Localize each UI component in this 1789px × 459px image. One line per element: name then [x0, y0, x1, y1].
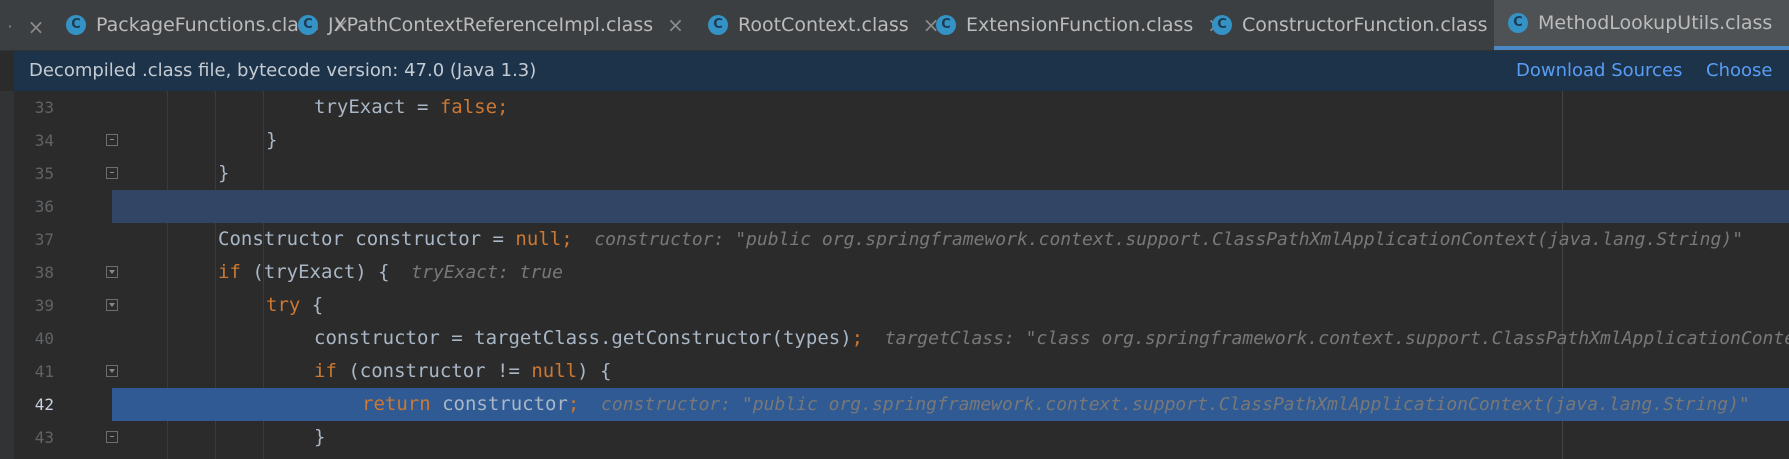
tab-package-functions[interactable]: C PackageFunctions.class × [52, 0, 349, 50]
code-line[interactable]: 41 if (constructor != null) { [14, 355, 1789, 388]
class-icon: C [1212, 15, 1232, 35]
keyword-token: ; [567, 393, 580, 415]
keyword-token: null [515, 228, 562, 250]
code-token: Constructor constructor = [218, 228, 516, 250]
line-number: 35 [34, 164, 54, 183]
fold-end-icon[interactable] [106, 431, 118, 443]
line-number: 43 [34, 428, 54, 447]
close-tab-icon[interactable]: × [24, 0, 48, 50]
tab-label: RootContext.class [738, 14, 909, 36]
keyword-token: false [439, 96, 498, 118]
line-number: 33 [34, 98, 54, 117]
code-line-caret[interactable]: 36 [14, 190, 1789, 223]
code-line[interactable]: 38 if (tryExact) { tryExact: true [14, 256, 1789, 289]
line-number: 40 [34, 329, 54, 348]
fold-end-icon[interactable] [106, 167, 118, 179]
choose-sources-link[interactable]: Choose Sources... [1706, 51, 1789, 121]
code-text: return constructor; constructor: "public… [362, 388, 1750, 421]
inline-debug-hint: constructor: "public org.springframework… [579, 394, 1750, 415]
keyword-token: if [218, 261, 241, 283]
code-token: } [314, 426, 326, 448]
class-icon: C [1508, 13, 1528, 33]
line-number-text: 36 [34, 197, 54, 216]
code-text: if (tryExact) { tryExact: true [218, 256, 563, 289]
code-token: { [300, 294, 324, 316]
code-token: ) { [577, 360, 612, 382]
editor-tab-bar: · × C PackageFunctions.class × C JXPathC… [0, 0, 1789, 51]
tab-jxpath-context-reference-impl[interactable]: C JXPathContextReferenceImpl.class × [284, 0, 684, 50]
class-icon: C [936, 15, 956, 35]
line-number: 36 [14, 190, 112, 223]
code-token: constructor [430, 393, 568, 415]
code-text: } [218, 157, 229, 190]
tab-constructor-function[interactable]: C ConstructorFunction.class × [1198, 0, 1518, 50]
tab-extension-function[interactable]: C ExtensionFunction.class × [922, 0, 1224, 50]
tab-scroll-left-icon[interactable]: · [0, 0, 20, 50]
editor-gutter-strip [0, 91, 14, 459]
keyword-token: ; [561, 228, 573, 250]
code-line[interactable]: 43 } [14, 421, 1789, 454]
class-icon: C [66, 15, 86, 35]
code-line[interactable]: 37 Constructor constructor = null; const… [14, 223, 1789, 256]
code-text: tryExact = false; [314, 91, 509, 124]
keyword-token: ; [851, 327, 864, 349]
line-number: 42 [14, 388, 112, 421]
code-line[interactable]: 33 tryExact = false; [14, 91, 1789, 124]
fold-start-icon[interactable] [106, 365, 118, 377]
tab-label: ConstructorFunction.class [1242, 14, 1488, 36]
close-icon[interactable]: × [667, 13, 684, 37]
code-token: } [218, 162, 230, 184]
inline-debug-hint: tryExact: true [389, 262, 563, 283]
keyword-token: return [362, 393, 431, 415]
code-line[interactable]: 35 } [14, 157, 1789, 190]
code-text: try { [266, 289, 323, 322]
code-text: } [266, 124, 277, 157]
keyword-token: try [266, 294, 301, 316]
fold-end-icon[interactable] [106, 134, 118, 146]
tab-method-lookup-utils[interactable]: C MethodLookupUtils.class [1494, 0, 1789, 50]
code-text: Constructor constructor = null; construc… [218, 223, 1743, 256]
code-token: (tryExact) { [240, 261, 390, 283]
tab-label: ExtensionFunction.class [966, 14, 1194, 36]
line-number-text: 42 [34, 395, 54, 414]
tab-label: MethodLookupUtils.class [1538, 12, 1773, 34]
code-editor[interactable]: 33 tryExact = false; 34 } 35 } 36 37 Con… [14, 91, 1789, 459]
code-line[interactable]: 39 try { [14, 289, 1789, 322]
inline-debug-hint: constructor: "public org.springframework… [572, 229, 1744, 250]
decompiled-notice: Decompiled .class file, bytecode version… [29, 60, 537, 81]
keyword-token: null [531, 360, 578, 382]
code-text: if (constructor != null) { [314, 355, 611, 388]
keyword-token: if [314, 360, 337, 382]
tab-label: JXPathContextReferenceImpl.class [328, 14, 654, 36]
code-text: } [314, 421, 325, 454]
tab-root-context[interactable]: C RootContext.class × [694, 0, 939, 50]
class-icon: C [708, 15, 728, 35]
code-line[interactable]: 40 constructor = targetClass.getConstruc… [14, 322, 1789, 355]
code-token: (constructor != [336, 360, 532, 382]
class-icon: C [298, 15, 318, 35]
line-number: 37 [34, 230, 54, 249]
keyword-token: ; [497, 96, 509, 118]
code-line[interactable]: 34 } [14, 124, 1789, 157]
line-number: 34 [34, 131, 54, 150]
code-token: tryExact = [314, 96, 440, 118]
download-sources-link[interactable]: Download Sources [1516, 51, 1682, 91]
code-token: constructor = targetClass.getConstructor… [314, 327, 852, 349]
inline-debug-hint: targetClass: "class org.springframework.… [863, 328, 1789, 349]
fold-start-icon[interactable] [106, 299, 118, 311]
line-number: 39 [34, 296, 54, 315]
code-text: constructor = targetClass.getConstructor… [314, 322, 1789, 355]
code-line-current[interactable]: 42 return constructor; constructor: "pub… [14, 388, 1789, 421]
fold-start-icon[interactable] [106, 266, 118, 278]
banner-edge [0, 51, 14, 91]
line-number: 41 [34, 362, 54, 381]
line-number: 38 [34, 263, 54, 282]
code-token: } [266, 129, 278, 151]
